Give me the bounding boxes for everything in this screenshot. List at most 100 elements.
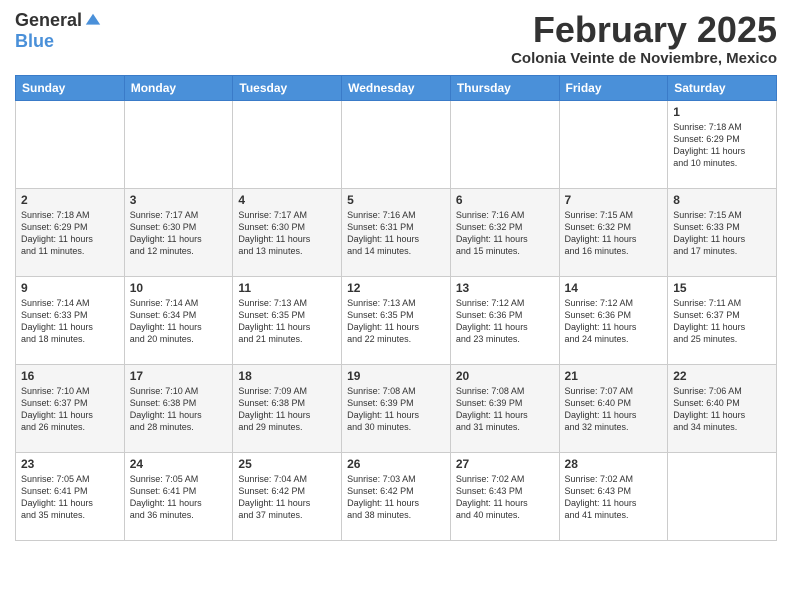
calendar-week-row: 9Sunrise: 7:14 AM Sunset: 6:33 PM Daylig… bbox=[16, 276, 777, 364]
table-row: 23 Sunrise: 7:05 AM Sunset: 6:41 PM Dayli… bbox=[16, 452, 125, 540]
day-info: Sunrise: 7:15 AM Sunset: 6:33 PM Dayligh… bbox=[673, 209, 771, 258]
table-row: 28 Sunrise: 7:02 AM Sunset: 6:43 PM Dayli… bbox=[559, 452, 668, 540]
day-info: Sunrise: 7:12 AM Sunset: 6:36 PM Dayligh… bbox=[456, 297, 554, 346]
day-info: Sunrise: 7:03 AM Sunset: 6:42 PM Dayligh… bbox=[347, 473, 445, 522]
day-number: 27 bbox=[456, 457, 554, 471]
day-number: 12 bbox=[347, 281, 445, 295]
table-row: 5 Sunrise: 7:16 AM Sunset: 6:31 PM Daylig… bbox=[342, 188, 451, 276]
table-row: 7Sunrise: 7:15 AM Sunset: 6:32 PM Daylig… bbox=[559, 188, 668, 276]
day-number: 14 bbox=[565, 281, 663, 295]
day-info: Sunrise: 7:08 AM Sunset: 6:39 PM Dayligh… bbox=[456, 385, 554, 434]
day-number: 8 bbox=[673, 193, 771, 207]
table-row: 18Sunrise: 7:09 AM Sunset: 6:38 PM Dayli… bbox=[233, 364, 342, 452]
col-sunday: Sunday bbox=[16, 75, 125, 100]
table-row: 22 Sunrise: 7:06 AM Sunset: 6:40 PM Dayli… bbox=[668, 364, 777, 452]
table-row: 17Sunrise: 7:10 AM Sunset: 6:38 PM Dayli… bbox=[124, 364, 233, 452]
location-subtitle: Colonia Veinte de Noviembre, Mexico bbox=[511, 50, 777, 67]
table-row: 20 Sunrise: 7:08 AM Sunset: 6:39 PM Dayli… bbox=[450, 364, 559, 452]
day-info: Sunrise: 7:12 AM Sunset: 6:36 PM Dayligh… bbox=[565, 297, 663, 346]
logo-blue-text: Blue bbox=[15, 31, 54, 52]
table-row: 19 Sunrise: 7:08 AM Sunset: 6:39 PM Dayli… bbox=[342, 364, 451, 452]
day-info: Sunrise: 7:07 AM Sunset: 6:40 PM Dayligh… bbox=[565, 385, 663, 434]
table-row: 27 Sunrise: 7:02 AM Sunset: 6:43 PM Dayli… bbox=[450, 452, 559, 540]
day-number: 20 bbox=[456, 369, 554, 383]
logo-icon bbox=[84, 12, 102, 30]
col-saturday: Saturday bbox=[668, 75, 777, 100]
calendar-week-row: 16 Sunrise: 7:10 AM Sunset: 6:37 PM Dayli… bbox=[16, 364, 777, 452]
day-info: Sunrise: 7:11 AM Sunset: 6:37 PM Dayligh… bbox=[673, 297, 771, 346]
table-row: 11 Sunrise: 7:13 AM Sunset: 6:35 PM Dayli… bbox=[233, 276, 342, 364]
day-info: Sunrise: 7:17 AM Sunset: 6:30 PM Dayligh… bbox=[238, 209, 336, 258]
table-row: 1 Sunrise: 7:18 AM Sunset: 6:29 PM Daylig… bbox=[668, 100, 777, 188]
day-info: Sunrise: 7:14 AM Sunset: 6:33 PM Dayligh… bbox=[21, 297, 119, 346]
table-row: 3Sunrise: 7:17 AM Sunset: 6:30 PM Daylig… bbox=[124, 188, 233, 276]
day-number: 15 bbox=[673, 281, 771, 295]
day-number: 11 bbox=[238, 281, 336, 295]
day-number: 28 bbox=[565, 457, 663, 471]
table-row: 24 Sunrise: 7:05 AM Sunset: 6:41 PM Dayli… bbox=[124, 452, 233, 540]
calendar-week-row: 23 Sunrise: 7:05 AM Sunset: 6:41 PM Dayli… bbox=[16, 452, 777, 540]
day-number: 25 bbox=[238, 457, 336, 471]
day-number: 16 bbox=[21, 369, 119, 383]
calendar-table: Sunday Monday Tuesday Wednesday Thursday… bbox=[15, 75, 777, 541]
day-number: 5 bbox=[347, 193, 445, 207]
table-row bbox=[668, 452, 777, 540]
table-row bbox=[450, 100, 559, 188]
day-number: 2 bbox=[21, 193, 119, 207]
day-number: 13 bbox=[456, 281, 554, 295]
day-info: Sunrise: 7:06 AM Sunset: 6:40 PM Dayligh… bbox=[673, 385, 771, 434]
day-info: Sunrise: 7:05 AM Sunset: 6:41 PM Dayligh… bbox=[21, 473, 119, 522]
table-row: 2 Sunrise: 7:18 AM Sunset: 6:29 PM Daylig… bbox=[16, 188, 125, 276]
calendar-header-row: Sunday Monday Tuesday Wednesday Thursday… bbox=[16, 75, 777, 100]
day-info: Sunrise: 7:18 AM Sunset: 6:29 PM Dayligh… bbox=[673, 121, 771, 170]
table-row bbox=[559, 100, 668, 188]
col-tuesday: Tuesday bbox=[233, 75, 342, 100]
day-number: 24 bbox=[130, 457, 228, 471]
day-info: Sunrise: 7:02 AM Sunset: 6:43 PM Dayligh… bbox=[456, 473, 554, 522]
day-info: Sunrise: 7:13 AM Sunset: 6:35 PM Dayligh… bbox=[347, 297, 445, 346]
day-info: Sunrise: 7:16 AM Sunset: 6:31 PM Dayligh… bbox=[347, 209, 445, 258]
title-block: February 2025 Colonia Veinte de Noviembr… bbox=[511, 10, 777, 67]
day-number: 6 bbox=[456, 193, 554, 207]
day-info: Sunrise: 7:15 AM Sunset: 6:32 PM Dayligh… bbox=[565, 209, 663, 258]
table-row bbox=[233, 100, 342, 188]
logo-general-text: General bbox=[15, 10, 82, 31]
day-info: Sunrise: 7:02 AM Sunset: 6:43 PM Dayligh… bbox=[565, 473, 663, 522]
table-row: 6 Sunrise: 7:16 AM Sunset: 6:32 PM Daylig… bbox=[450, 188, 559, 276]
day-number: 19 bbox=[347, 369, 445, 383]
day-number: 1 bbox=[673, 105, 771, 119]
table-row: 25 Sunrise: 7:04 AM Sunset: 6:42 PM Dayli… bbox=[233, 452, 342, 540]
calendar-week-row: 1 Sunrise: 7:18 AM Sunset: 6:29 PM Daylig… bbox=[16, 100, 777, 188]
day-info: Sunrise: 7:09 AM Sunset: 6:38 PM Dayligh… bbox=[238, 385, 336, 434]
day-info: Sunrise: 7:18 AM Sunset: 6:29 PM Dayligh… bbox=[21, 209, 119, 258]
logo: General Blue bbox=[15, 10, 102, 52]
table-row: 14 Sunrise: 7:12 AM Sunset: 6:36 PM Dayli… bbox=[559, 276, 668, 364]
table-row: 10 Sunrise: 7:14 AM Sunset: 6:34 PM Dayli… bbox=[124, 276, 233, 364]
calendar-week-row: 2 Sunrise: 7:18 AM Sunset: 6:29 PM Daylig… bbox=[16, 188, 777, 276]
table-row bbox=[342, 100, 451, 188]
day-number: 10 bbox=[130, 281, 228, 295]
day-info: Sunrise: 7:16 AM Sunset: 6:32 PM Dayligh… bbox=[456, 209, 554, 258]
table-row: 8 Sunrise: 7:15 AM Sunset: 6:33 PM Daylig… bbox=[668, 188, 777, 276]
month-title: February 2025 bbox=[511, 10, 777, 50]
table-row: 13 Sunrise: 7:12 AM Sunset: 6:36 PM Dayli… bbox=[450, 276, 559, 364]
day-info: Sunrise: 7:04 AM Sunset: 6:42 PM Dayligh… bbox=[238, 473, 336, 522]
day-number: 21 bbox=[565, 369, 663, 383]
table-row: 12 Sunrise: 7:13 AM Sunset: 6:35 PM Dayli… bbox=[342, 276, 451, 364]
col-thursday: Thursday bbox=[450, 75, 559, 100]
day-info: Sunrise: 7:14 AM Sunset: 6:34 PM Dayligh… bbox=[130, 297, 228, 346]
table-row bbox=[124, 100, 233, 188]
header: General Blue February 2025 Colonia Veint… bbox=[15, 10, 777, 67]
day-number: 23 bbox=[21, 457, 119, 471]
table-row: 26 Sunrise: 7:03 AM Sunset: 6:42 PM Dayli… bbox=[342, 452, 451, 540]
day-number: 26 bbox=[347, 457, 445, 471]
day-info: Sunrise: 7:13 AM Sunset: 6:35 PM Dayligh… bbox=[238, 297, 336, 346]
col-wednesday: Wednesday bbox=[342, 75, 451, 100]
day-number: 22 bbox=[673, 369, 771, 383]
col-monday: Monday bbox=[124, 75, 233, 100]
day-info: Sunrise: 7:05 AM Sunset: 6:41 PM Dayligh… bbox=[130, 473, 228, 522]
page: General Blue February 2025 Colonia Veint… bbox=[0, 0, 792, 612]
day-info: Sunrise: 7:10 AM Sunset: 6:37 PM Dayligh… bbox=[21, 385, 119, 434]
day-number: 4 bbox=[238, 193, 336, 207]
day-info: Sunrise: 7:08 AM Sunset: 6:39 PM Dayligh… bbox=[347, 385, 445, 434]
